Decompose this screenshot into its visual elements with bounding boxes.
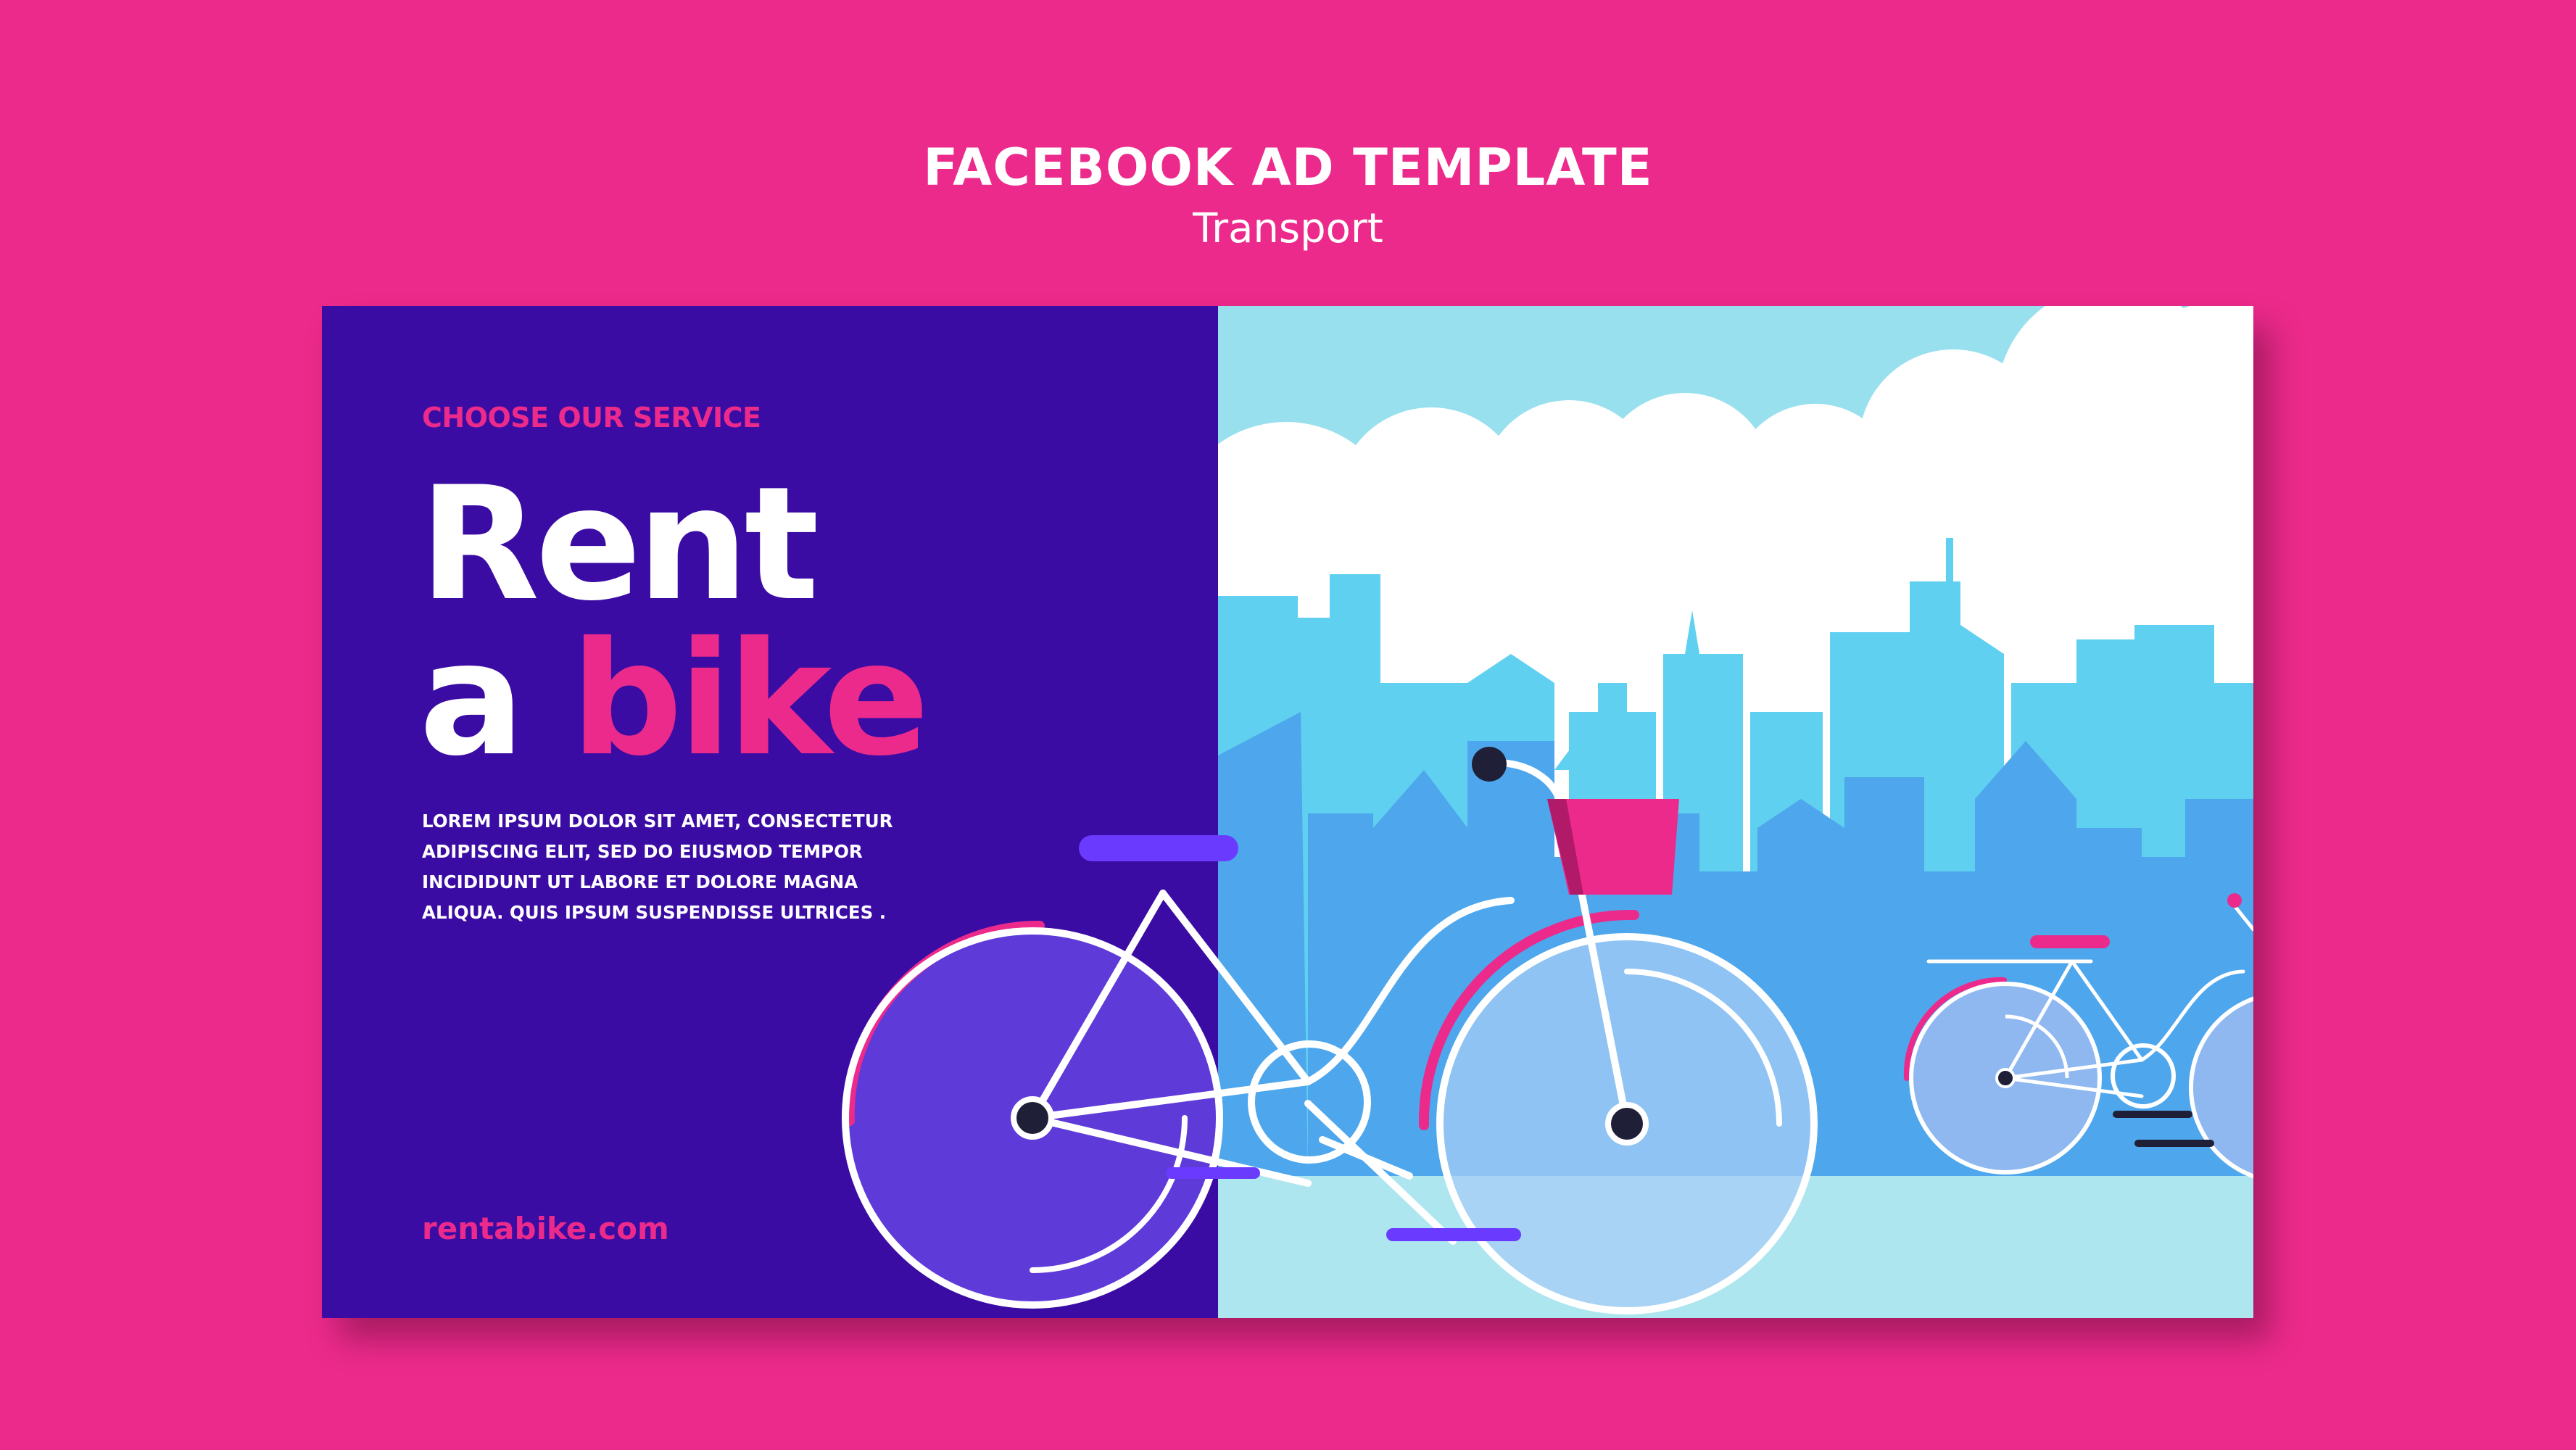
headline-word-bike: bike bbox=[570, 608, 929, 790]
page-title: FACEBOOK AD TEMPLATE bbox=[923, 138, 1653, 197]
page-subtitle: Transport bbox=[1193, 205, 1383, 252]
ad-body-text: LOREM IPSUM DOLOR SIT AMET, CONSECTETUR … bbox=[422, 811, 893, 923]
headline-line-2: a bike bbox=[419, 621, 929, 778]
page-header: FACEBOOK AD TEMPLATE Transport bbox=[0, 142, 2576, 249]
ad-website-link[interactable]: rentabike.com bbox=[422, 1211, 669, 1246]
basket-icon bbox=[1547, 799, 1679, 895]
ad-banner: CHOOSE OUR SERVICE Rent a bike LOREM IPS… bbox=[322, 306, 2253, 1318]
headline-word-a: a bbox=[419, 608, 525, 790]
headline-line-1: Rent bbox=[419, 453, 819, 635]
ad-kicker: CHOOSE OUR SERVICE bbox=[422, 402, 761, 434]
ad-headline: Rent a bike bbox=[419, 453, 929, 778]
